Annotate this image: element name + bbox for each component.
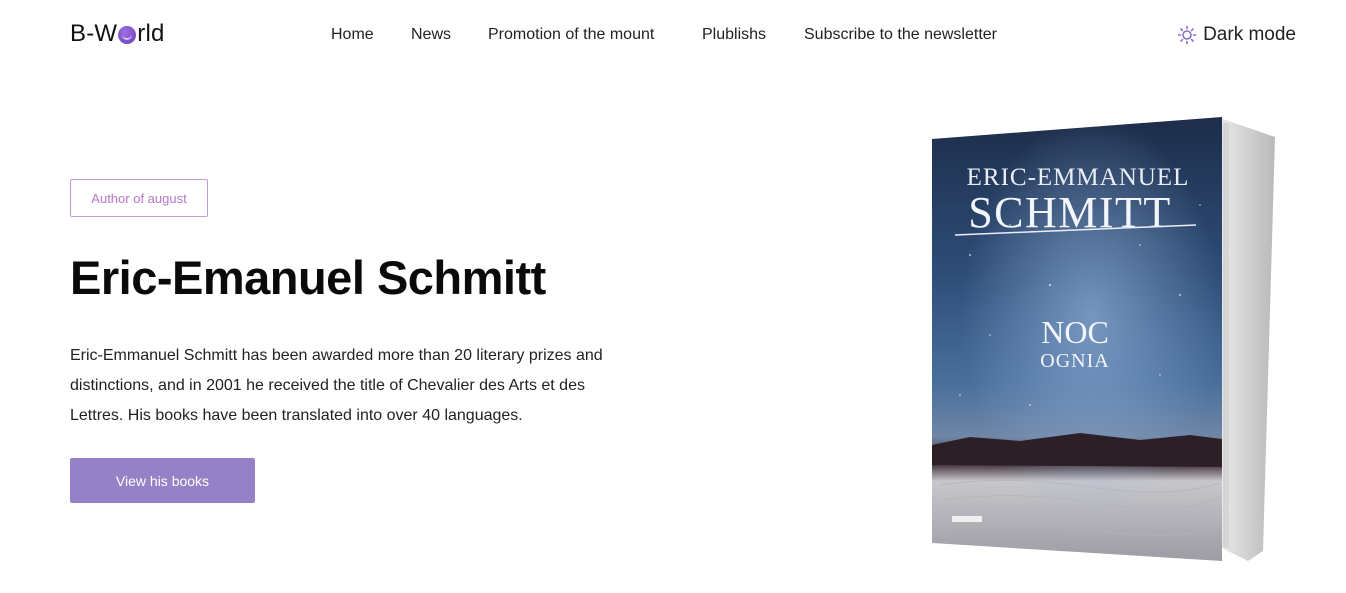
nav-promotion[interactable]: Promotion of the mount (488, 26, 654, 44)
logo-text-suffix: rld (137, 20, 165, 47)
book-author-line1: ERIC-EMMANUEL (967, 164, 1190, 191)
book-title-line2: OGNIA (1040, 350, 1109, 372)
sun-icon (1177, 25, 1197, 45)
book-title-line1: NOC (1041, 314, 1109, 350)
logo[interactable]: B-W rld (70, 20, 165, 48)
logo-text-prefix: B-W (70, 20, 118, 47)
view-books-button[interactable]: View his books (70, 458, 255, 503)
dark-mode-label: Dark mode (1203, 24, 1296, 45)
nav-newsletter[interactable]: Subscribe to the newsletter (804, 26, 997, 44)
nav-publishs[interactable]: Plublishs (702, 26, 766, 44)
nav-home[interactable]: Home (331, 26, 374, 44)
nav-news[interactable]: News (411, 26, 451, 44)
logo-globe-icon (118, 26, 137, 44)
book-cover-image[interactable]: ERIC-EMMANUEL SCHMITT NOC OGNIA (930, 115, 1275, 565)
author-badge: Author of august (70, 179, 208, 217)
dark-mode-toggle[interactable]: Dark mode (1177, 24, 1296, 46)
page-title: Eric-Emanuel Schmitt (70, 251, 546, 304)
author-description: Eric-Emmanuel Schmitt has been awarded m… (70, 347, 603, 424)
publisher-logo (952, 516, 982, 522)
